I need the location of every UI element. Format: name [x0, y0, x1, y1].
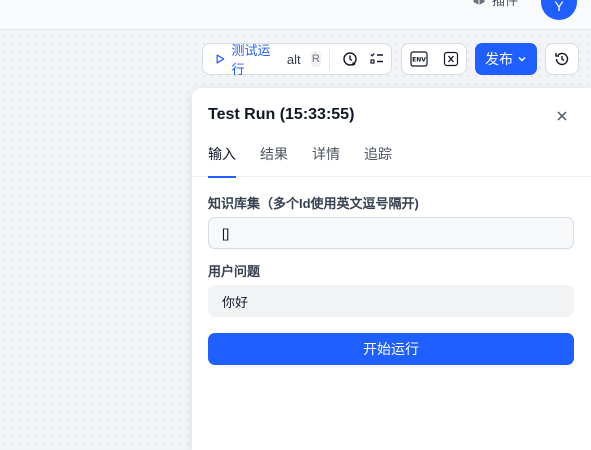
- top-bar: 插件 Y: [0, 0, 591, 30]
- avatar[interactable]: Y: [541, 0, 577, 20]
- start-run-button[interactable]: 开始运行: [208, 333, 574, 365]
- env-var-toolbar: ENV: [401, 43, 467, 75]
- tab-result[interactable]: 结果: [260, 144, 288, 177]
- tab-input[interactable]: 输入: [208, 144, 236, 178]
- tab-trace[interactable]: 追踪: [364, 144, 392, 177]
- knowledge-base-label: 知识库集（多个Id使用英文逗号隔开): [208, 196, 419, 211]
- tab-details[interactable]: 详情: [312, 144, 340, 177]
- play-icon: [216, 54, 225, 64]
- panel-tabs: 输入 结果 详情 追踪: [192, 144, 591, 178]
- knowledge-base-input[interactable]: []: [208, 217, 574, 249]
- test-run-button[interactable]: 测试运行 alt R: [203, 43, 322, 77]
- checklist-button[interactable]: [364, 44, 392, 74]
- publish-button[interactable]: 发布: [475, 43, 537, 75]
- shortcut-key: R: [310, 51, 322, 67]
- chevron-down-icon: [518, 56, 526, 62]
- history-button[interactable]: [545, 43, 579, 75]
- history-icon: [555, 52, 569, 66]
- env-button[interactable]: ENV: [404, 44, 434, 74]
- test-run-label: 测试运行: [231, 43, 271, 77]
- user-question-input[interactable]: 你好: [208, 285, 574, 317]
- publish-label: 发布: [485, 51, 513, 67]
- test-run-toolbar: 测试运行 alt R: [202, 43, 392, 77]
- toolbar-divider: [329, 48, 331, 70]
- env-icon: ENV: [410, 51, 428, 67]
- test-run-panel: Test Run (15:33:55) 输入 结果 详情 追踪 知识库集（多个I…: [192, 88, 591, 450]
- plugin-menu[interactable]: 插件: [472, 0, 518, 10]
- shortcut-modifier: alt: [286, 51, 301, 67]
- close-icon[interactable]: [554, 108, 570, 124]
- plugin-label: 插件: [492, 0, 519, 8]
- variable-button[interactable]: [437, 44, 467, 74]
- run-history-button[interactable]: [336, 44, 364, 74]
- variable-icon: [444, 51, 459, 67]
- user-question-label: 用户问题: [208, 264, 261, 279]
- panel-title: Test Run (15:33:55): [208, 106, 355, 123]
- cube-icon: [473, 0, 485, 5]
- svg-text:ENV: ENV: [412, 57, 426, 64]
- clock-play-icon: [343, 52, 357, 66]
- checklist-icon: [370, 53, 384, 64]
